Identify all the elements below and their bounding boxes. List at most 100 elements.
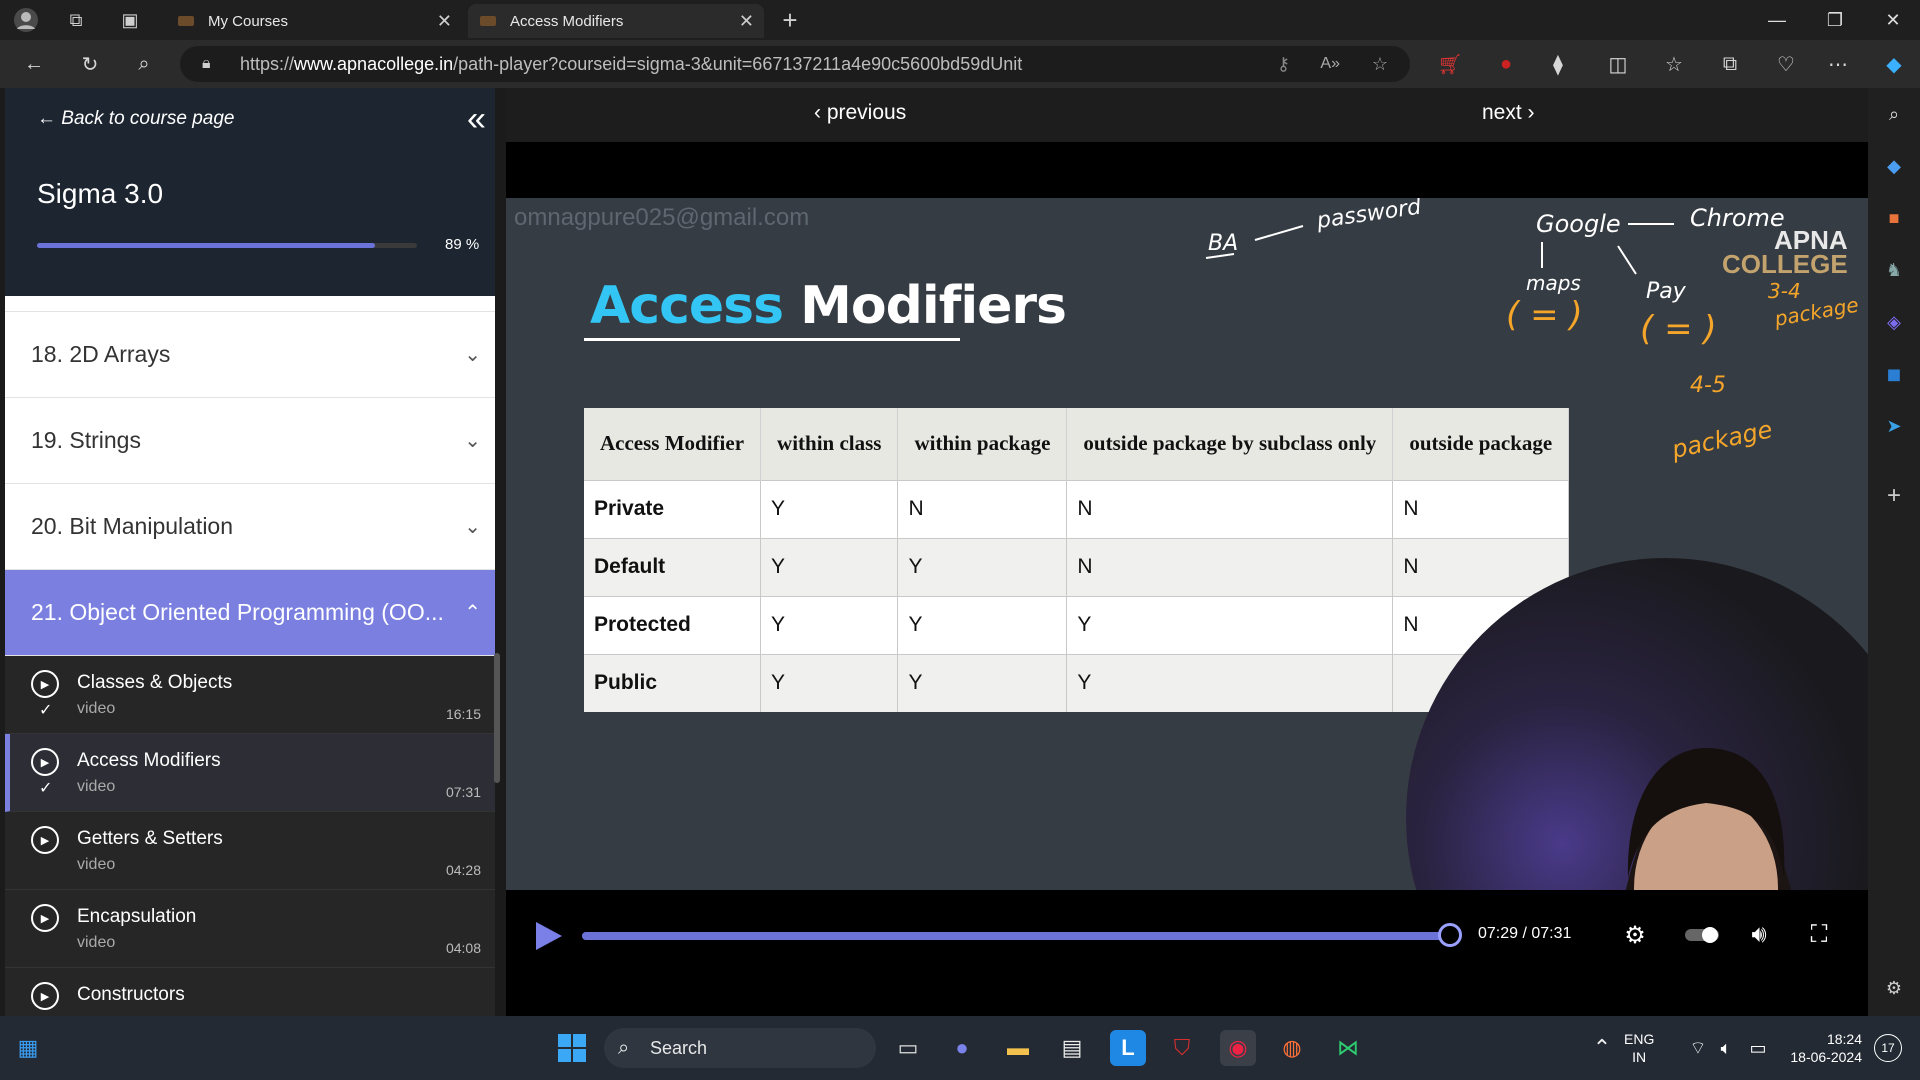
clock-date: 18-06-2024 <box>1790 1049 1862 1065</box>
more-menu-icon[interactable]: ⋯ <box>1824 50 1852 78</box>
collapse-sidebar-icon[interactable]: « <box>467 100 486 139</box>
back-to-course-link[interactable]: ← Back to course page <box>37 108 235 130</box>
search-icon[interactable]: ⌕ <box>130 50 158 78</box>
profile-avatar-icon[interactable] <box>12 6 40 34</box>
key-icon[interactable]: ⚷ <box>1277 54 1290 75</box>
tab-actions-icon[interactable]: ▣ <box>116 6 144 34</box>
search-label: Search <box>650 1037 708 1058</box>
games-icon[interactable]: ♞ <box>1880 256 1908 284</box>
refresh-icon[interactable]: ↻ <box>76 50 104 78</box>
system-clock[interactable]: 18:24 18-06-2024 <box>1780 1030 1862 1066</box>
lesson-duration: 04:08 <box>445 940 481 956</box>
l-app-icon[interactable]: L <box>1110 1030 1146 1066</box>
module-list: 18. 2D Arrays ⌄ 19. Strings ⌄ 20. Bit Mani… <box>5 296 495 1016</box>
minimize-icon[interactable]: — <box>1748 0 1806 40</box>
lock-icon[interactable]: 🔒︎ <box>202 55 211 73</box>
show-hidden-icons-chevron-icon[interactable]: ⌃ <box>1584 1030 1620 1066</box>
module-oop[interactable]: 21. Object Oriented Programming (OO... ⌃ <box>5 570 495 656</box>
annotation-text: 3-4 <box>1768 279 1801 303</box>
copilot-icon[interactable]: ◈ <box>1880 308 1908 336</box>
search-icon[interactable]: ⌕ <box>1880 100 1908 128</box>
tab-my-courses[interactable]: My Courses ✕ <box>166 4 462 38</box>
lesson-duration: 16:15 <box>445 706 481 722</box>
favorite-star-icon[interactable]: ☆ <box>1372 54 1388 75</box>
performance-icon[interactable]: ♡ <box>1772 50 1800 78</box>
tab-title: Access Modifiers <box>510 12 624 30</box>
play-circle-icon: ▶ <box>31 670 59 698</box>
tab-access-modifiers[interactable]: Access Modifiers ✕ <box>468 4 764 38</box>
play-icon[interactable] <box>528 916 568 956</box>
favicon-icon <box>480 16 496 26</box>
collections-icon[interactable]: ⧉ <box>1716 50 1744 78</box>
lesson-type: video <box>77 700 116 717</box>
seek-bar[interactable] <box>582 932 1454 940</box>
close-tab-icon[interactable]: ✕ <box>739 11 754 32</box>
widgets-icon[interactable]: ▦ <box>10 1030 46 1066</box>
add-icon[interactable]: + <box>1880 482 1908 510</box>
settings-icon[interactable]: ⚙ <box>1880 974 1908 1002</box>
antivirus-icon[interactable]: ⛉ <box>1164 1030 1200 1066</box>
windows-start-icon[interactable] <box>554 1030 590 1066</box>
speaker-icon[interactable]: 🔈︎ <box>1708 1030 1744 1066</box>
annotation-arrow <box>1617 245 1637 275</box>
annotation-text: Pay <box>1646 279 1687 304</box>
taskbar-search[interactable]: ⌕ Search <box>604 1028 876 1068</box>
lesson-item[interactable]: ▶ Constructors <box>5 968 495 1016</box>
checkmark-icon: ✓ <box>39 702 53 719</box>
toolbox-icon[interactable]: ■ <box>1880 204 1908 232</box>
firefox-icon[interactable]: ◍ <box>1274 1030 1310 1066</box>
battery-icon[interactable]: ▭ <box>1740 1030 1776 1066</box>
extensions-icon[interactable]: ⧫ <box>1544 50 1572 78</box>
edge-browser-icon[interactable]: ◉ <box>1220 1030 1256 1066</box>
shopping-tag-icon[interactable]: ◆ <box>1880 152 1908 180</box>
module-label: 19. Strings <box>31 427 141 453</box>
windows-taskbar: ▦ ⌕ Search ▭ ● ▬ ▤ L ⛉ ◉ ◍ ⋈ ⌃ ENG IN ⌔ 🔈… <box>0 1016 1920 1080</box>
url-domain: www.apnacollege.in <box>294 53 454 74</box>
settings-gear-icon[interactable]: ⚙ <box>1618 918 1652 952</box>
notification-badge-icon[interactable]: 17 <box>1874 1034 1902 1062</box>
restore-icon[interactable]: ❐ <box>1806 0 1864 40</box>
lesson-type: video <box>77 856 116 873</box>
autoplay-toggle-icon[interactable] <box>1680 918 1724 952</box>
vs-code-icon[interactable]: ⋈ <box>1330 1030 1366 1066</box>
volume-icon[interactable]: 🔊︎ <box>1742 918 1776 952</box>
annotation-bracket: ( = ) <box>1640 309 1717 349</box>
read-aloud-icon[interactable]: A» <box>1320 55 1340 73</box>
lesson-name: Constructors <box>77 984 185 1005</box>
lesson-item[interactable]: ▶ Getters & Setters video 04:28 <box>5 812 495 890</box>
back-arrow-icon[interactable]: ← <box>20 50 48 78</box>
sidebar-scrollbar[interactable] <box>494 653 500 783</box>
favorites-icon[interactable]: ☆ <box>1660 50 1688 78</box>
send-icon[interactable]: ➤ <box>1880 412 1908 440</box>
outlook-icon[interactable]: ◼ <box>1880 360 1908 388</box>
video-frame[interactable]: omnagpure025@gmail.com Access Modifiers … <box>506 198 1868 890</box>
lesson-item[interactable]: ▶ Encapsulation video 04:08 <box>5 890 495 968</box>
fullscreen-icon[interactable]: ⛶ <box>1802 918 1836 952</box>
copilot-icon[interactable]: ◆ <box>1880 50 1908 78</box>
task-view-icon[interactable]: ▭ <box>890 1030 926 1066</box>
module-bit-manipulation[interactable]: 20. Bit Manipulation ⌄ <box>5 484 495 570</box>
annotation-text: Chrome <box>1690 204 1785 232</box>
module-strings[interactable]: 19. Strings ⌄ <box>5 398 495 484</box>
annotation-text: password <box>1314 198 1423 234</box>
workspaces-icon[interactable]: ⧉ <box>62 6 90 34</box>
seek-handle[interactable] <box>1438 923 1462 947</box>
lesson-item[interactable]: ▶ ✓ Classes & Objects video 16:15 <box>5 656 495 734</box>
instructor-silhouette <box>1625 748 1792 890</box>
close-tab-icon[interactable]: ✕ <box>437 11 452 32</box>
new-tab-icon[interactable]: + <box>776 5 804 35</box>
previous-button[interactable]: ‹ previous <box>814 101 906 125</box>
address-bar[interactable]: 🔒︎ https://www.apnacollege.in/path-playe… <box>180 46 1410 82</box>
extension-badge-icon[interactable]: ● <box>1492 50 1520 78</box>
chat-icon[interactable]: ● <box>944 1030 980 1066</box>
shopping-cart-icon[interactable]: 🛒︎ <box>1436 50 1464 78</box>
next-button[interactable]: next › <box>1482 101 1535 125</box>
module-2d-arrays[interactable]: 18. 2D Arrays ⌄ <box>5 312 495 398</box>
store-icon[interactable]: ▤ <box>1054 1030 1090 1066</box>
file-explorer-icon[interactable]: ▬ <box>1000 1030 1036 1066</box>
close-window-icon[interactable]: ✕ <box>1864 0 1920 40</box>
course-title: Sigma 3.0 <box>37 178 164 209</box>
split-screen-icon[interactable]: ◫ <box>1604 50 1632 78</box>
lesson-item-current[interactable]: ▶ ✓ Access Modifiers video 07:31 <box>5 734 495 812</box>
language-indicator[interactable]: ENG IN <box>1624 1030 1654 1066</box>
